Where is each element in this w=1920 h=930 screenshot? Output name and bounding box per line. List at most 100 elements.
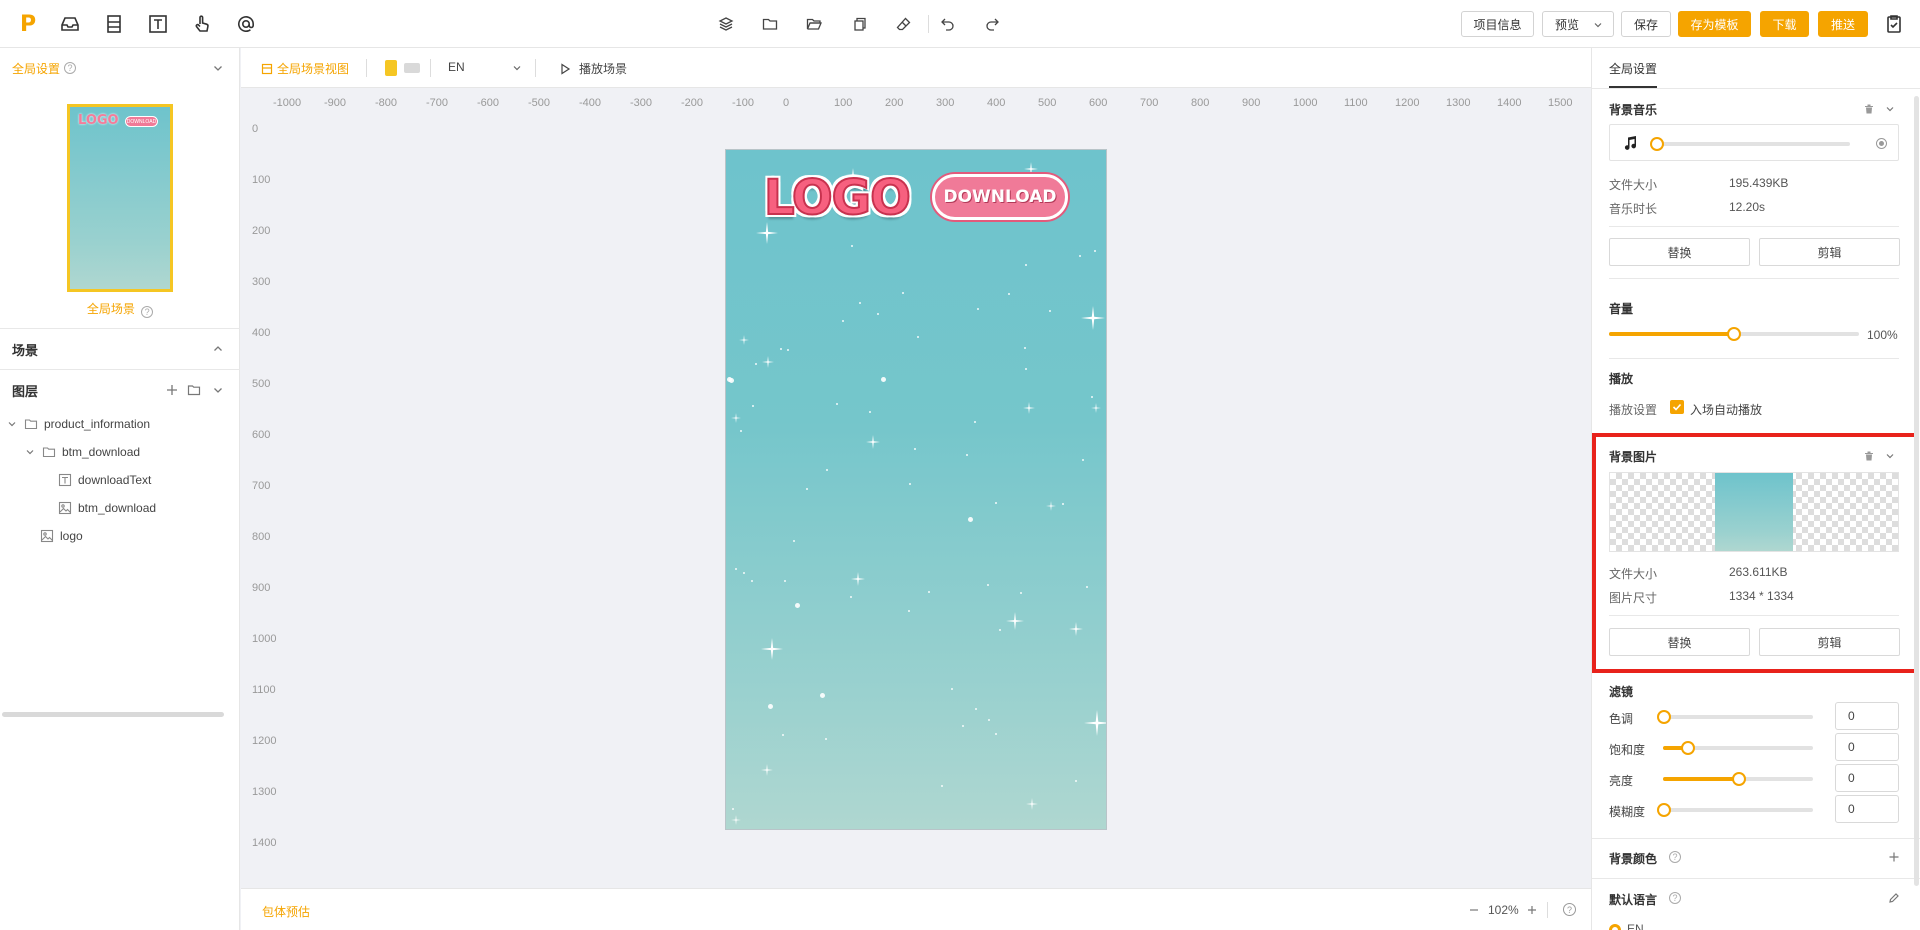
chevron-down-icon [513,66,521,71]
horizontal-scrollbar[interactable] [2,712,224,717]
layer-tree-item[interactable]: btm_download [0,439,240,465]
music-progress-track[interactable] [1656,142,1850,146]
push-button[interactable]: 推送 [1818,11,1868,37]
sparkle-dot [732,808,734,810]
sparkle-dot [780,348,782,350]
edit-music-button[interactable]: 剪辑 [1759,238,1900,266]
language-radio[interactable] [1609,924,1621,930]
layer-tree-item[interactable]: product_information [0,411,240,437]
layer-tree-item[interactable]: logo [0,523,240,549]
download-button[interactable]: 下载 [1760,11,1809,37]
preview-dropdown[interactable]: 预览 [1542,11,1614,37]
filter-value-input[interactable]: 0 [1835,795,1899,823]
filter-value-input[interactable]: 0 [1835,764,1899,792]
volume-knob[interactable] [1727,327,1741,341]
filter-slider-knob[interactable] [1657,710,1671,724]
filter-value-input[interactable]: 0 [1835,733,1899,761]
replace-music-button[interactable]: 替换 [1609,238,1750,266]
package-estimate-link[interactable]: 包体预估 [262,903,310,920]
eraser-icon[interactable] [894,14,914,34]
inbox-icon[interactable] [58,12,82,36]
global-view-button[interactable]: 全局场景视图 [261,60,349,77]
filter-value-input[interactable]: 0 [1835,702,1899,730]
bg-image-preview[interactable] [1609,472,1899,552]
folder-icon[interactable] [760,14,780,34]
sparkle-icon [1023,402,1035,417]
layer-tree-item[interactable]: btm_download [0,495,240,521]
canvas-area[interactable]: -1000 -900 -800 -700 -600 -500 -400 -300 -200 -10… [241,88,1591,888]
text-tool-icon[interactable] [146,12,170,36]
music-note-icon [1624,136,1637,150]
chevron-down-icon[interactable] [6,417,20,431]
music-progress-knob[interactable] [1650,137,1664,151]
vertical-ruler: 0 100 200 300 400 500 600 700 800 900 1000 1100 1200… [241,118,276,888]
scene-thumbnail[interactable]: LOGO DOWNLOAD [67,104,173,292]
chevron-down-icon[interactable] [211,383,225,397]
filter-slider-knob[interactable] [1681,741,1695,755]
divider [1592,838,1920,839]
chevron-up-icon[interactable] [211,342,225,356]
new-folder-icon[interactable] [187,383,201,397]
project-info-button[interactable]: 项目信息 [1461,11,1534,37]
ruler-tick-label: -100 [732,97,755,109]
folder-open-icon[interactable] [804,14,824,34]
download-badge[interactable]: DOWNLOAD [932,174,1068,220]
chevron-down-icon[interactable] [1884,103,1896,115]
edit-image-button[interactable]: 剪辑 [1759,628,1900,656]
ruler-tick-label: 900 [1242,97,1261,109]
chevron-down-icon[interactable] [24,445,38,459]
sparkle-dot [977,308,979,310]
play-scene-button[interactable]: 播放场景 [559,60,627,77]
layer-tree-item[interactable]: downloadText [0,467,240,493]
vertical-scrollbar[interactable] [1914,96,1919,886]
sparkle-dot [806,488,808,490]
trash-icon[interactable] [1863,450,1875,462]
sparkle-dot [988,719,990,721]
help-icon[interactable]: ? [1563,903,1576,916]
hand-tap-icon[interactable] [190,12,214,36]
sparkle-dot [1086,586,1088,588]
filter-slider-knob[interactable] [1732,772,1746,786]
play-toggle-icon[interactable] [1876,138,1887,149]
sparkle-dot [974,421,976,423]
sparkle-dot [740,430,742,432]
scene-preview[interactable]: LOGO DOWNLOAD [725,149,1107,830]
layers-icon[interactable] [716,14,736,34]
color-swatch[interactable] [404,63,420,73]
layers-header-label: 图层 [12,383,39,399]
language-select[interactable]: EN [448,60,528,78]
zoom-in-icon[interactable] [1526,904,1538,916]
sparkle-dot [987,584,989,586]
logo-image[interactable]: LOGO [763,169,912,227]
redo-icon[interactable] [982,14,1002,34]
replace-image-button[interactable]: 替换 [1609,628,1750,656]
add-icon[interactable] [1888,851,1900,863]
edit-pencil-icon[interactable] [1888,892,1900,904]
music-duration: 12.20s [1729,200,1766,214]
sparkle-dot [735,568,737,570]
ruler-tick-label: -900 [324,97,347,109]
frame-icon [261,63,273,74]
copy-icon[interactable] [850,14,870,34]
chevron-down-icon[interactable] [1884,450,1896,462]
color-swatch-active[interactable] [385,60,397,76]
undo-icon[interactable] [938,14,958,34]
zoom-out-icon[interactable] [1468,904,1480,916]
trash-icon[interactable] [1863,103,1875,115]
filter-slider-track[interactable] [1663,715,1813,719]
autoplay-checkbox[interactable] [1670,400,1684,414]
at-sign-icon[interactable] [234,12,258,36]
save-button[interactable]: 保存 [1621,11,1671,37]
global-settings-header[interactable]: 全局设置 ? [0,48,240,88]
task-checklist-icon[interactable] [1882,12,1906,36]
sparkle-dot [1094,250,1096,252]
scene-section-header[interactable]: 场景 [0,329,240,369]
tab-global-settings[interactable]: 全局设置 [1609,60,1657,77]
filter-slider-knob[interactable] [1657,803,1671,817]
add-icon[interactable] [165,383,179,397]
save-template-button[interactable]: 存为模板 [1678,11,1751,37]
filter-slider-fill [1663,777,1738,781]
filter-slider-track[interactable] [1663,808,1813,812]
chevron-down-icon[interactable] [211,61,225,75]
layout-icon[interactable] [102,12,126,36]
